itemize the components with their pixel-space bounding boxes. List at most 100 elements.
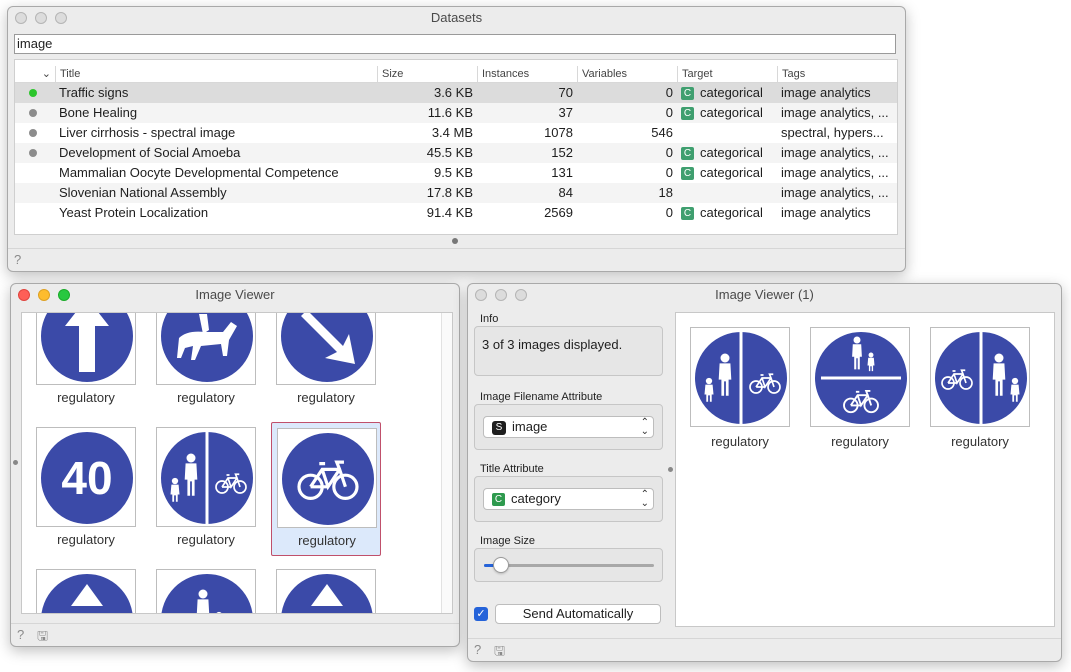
title-attribute-box: Ccategory ⌃ ⌄: [474, 476, 663, 522]
image-viewer-window: Image Viewer regulatory regulatory regulat…: [10, 283, 460, 647]
image-item[interactable]: regulatory: [271, 313, 381, 414]
image-size-slider-knob[interactable]: [493, 557, 509, 573]
variables-cell: 18: [658, 185, 673, 200]
splitter-handle[interactable]: [13, 460, 18, 465]
size-cell: 91.4 KB: [426, 205, 473, 220]
help-icon[interactable]: ?: [17, 627, 24, 642]
image-caption: regulatory: [57, 390, 115, 405]
target-label: categorical: [700, 205, 763, 220]
arrow-down-right-sign-icon: [277, 313, 375, 384]
column-header-title[interactable]: Title: [55, 66, 377, 82]
categorical-type-icon: C: [681, 87, 694, 100]
title-cell: Mammalian Oocyte Developmental Competenc…: [59, 165, 339, 180]
status-indicator-icon: [29, 109, 37, 117]
table-row[interactable]: Yeast Protein Localization 91.4 KB 2569 0 Cc…: [15, 203, 897, 223]
send-automatically-checkbox[interactable]: ✓: [474, 607, 488, 621]
table-row[interactable]: Development of Social Amoeba 45.5 KB 152 0 C…: [15, 143, 897, 163]
table-row[interactable]: Slovenian National Assembly 17.8 KB 84 18 im…: [15, 183, 897, 203]
size-cell: 3.6 KB: [433, 85, 473, 100]
arrow-up-sign-icon: [37, 313, 135, 384]
image-thumbnail: [156, 427, 256, 527]
target-cell: Ccategorical: [681, 83, 777, 103]
image-viewer-1-window: Image Viewer (1) Info 3 of 3 images disp…: [467, 283, 1062, 662]
status-bar: ? 🖫: [468, 638, 1061, 661]
image-grid: regulatory regulatory regulatory: [675, 312, 1055, 627]
filename-attribute-label: Image Filename Attribute: [480, 391, 603, 403]
image-thumbnail: [156, 313, 256, 385]
column-header-target[interactable]: Target: [677, 66, 777, 82]
target-cell: Ccategorical: [681, 163, 777, 183]
resize-handle-icon[interactable]: [452, 238, 458, 244]
image-grid: regulatory regulatory regulatory 40 regulato…: [21, 312, 453, 614]
image-item[interactable]: regulatory: [151, 313, 261, 414]
title-cell: Liver cirrhosis - spectral image: [59, 125, 236, 140]
image-thumbnail: [36, 313, 136, 385]
target-label: categorical: [700, 85, 763, 100]
image-item[interactable]: regulatory: [151, 422, 261, 556]
table-row[interactable]: Liver cirrhosis - spectral image 3.4 MB 10…: [15, 123, 897, 143]
instances-cell: 1078: [544, 125, 573, 140]
target-cell: Ccategorical: [681, 103, 777, 123]
window-title: Image Viewer (1): [715, 287, 814, 302]
save-icon[interactable]: 🖫: [37, 627, 48, 646]
vertical-scrollbar[interactable]: [441, 313, 452, 613]
image-item[interactable]: 40 regulatory: [31, 422, 141, 556]
tags-cell: image analytics, ...: [781, 185, 889, 200]
info-text: 3 of 3 images displayed.: [482, 337, 623, 352]
image-thumbnail: [156, 569, 256, 613]
updown-chevron-icon: ⌃ ⌄: [640, 417, 649, 437]
table-row[interactable]: Traffic signs 3.6 KB 70 0 Ccategorical image …: [15, 83, 897, 103]
title-attribute-label: Title Attribute: [480, 463, 544, 475]
image-thumbnail[interactable]: [690, 327, 790, 427]
column-header-size[interactable]: Size: [377, 66, 477, 82]
help-icon[interactable]: ?: [474, 642, 481, 657]
size-cell: 17.8 KB: [426, 185, 473, 200]
save-icon[interactable]: 🖫: [494, 642, 505, 661]
table-row[interactable]: Bone Healing 11.6 KB 37 0 Ccategorical image …: [15, 103, 897, 123]
help-icon[interactable]: ?: [14, 252, 21, 267]
column-header-variables[interactable]: Variables: [577, 66, 677, 82]
variables-cell: 0: [665, 165, 673, 180]
title-cell: Yeast Protein Localization: [59, 205, 209, 220]
bicycle-sign-icon: [278, 429, 376, 527]
sort-chevron-icon[interactable]: ⌄: [15, 66, 55, 82]
window-title: Image Viewer: [195, 287, 275, 302]
bicycle-pedestrian-split-sign-icon: [931, 328, 1029, 426]
send-automatically-button[interactable]: Send Automatically: [495, 604, 661, 624]
tags-cell: image analytics: [781, 85, 871, 100]
image-thumbnail: [36, 569, 136, 613]
image-item[interactable]: regulatory: [271, 422, 381, 556]
splitter-handle[interactable]: [668, 467, 673, 472]
image-thumbnail[interactable]: [930, 327, 1030, 427]
size-cell: 3.4 MB: [431, 125, 473, 140]
svg-text:40: 40: [61, 452, 112, 504]
tags-cell: image analytics, ...: [781, 145, 889, 160]
string-type-icon: S: [492, 421, 506, 435]
table-row[interactable]: Mammalian Oocyte Developmental Competenc…: [15, 163, 897, 183]
image-thumbnail[interactable]: [810, 327, 910, 427]
column-header-tags[interactable]: Tags: [777, 66, 897, 82]
image-item[interactable]: regulatory: [31, 313, 141, 414]
search-input[interactable]: image: [14, 34, 896, 54]
target-label: categorical: [700, 145, 763, 160]
categorical-type-icon: C: [681, 107, 694, 120]
target-cell: [681, 123, 777, 143]
datasets-table: ⌄ Title Size Instances Variables Target …: [14, 59, 898, 244]
image-item[interactable]: [151, 564, 261, 613]
image-caption: regulatory: [711, 434, 769, 449]
column-header-instances[interactable]: Instances: [477, 66, 577, 82]
image-item[interactable]: [31, 564, 141, 613]
filename-attribute-combo[interactable]: Simage ⌃ ⌄: [483, 416, 654, 438]
image-size-box: [474, 548, 663, 582]
target-cell: [681, 183, 777, 203]
image-item[interactable]: [271, 564, 381, 613]
instances-cell: 70: [558, 85, 573, 100]
categorical-type-icon: C: [681, 167, 694, 180]
image-size-track[interactable]: [484, 557, 654, 573]
partial-pedestrian-sign-icon: [157, 570, 255, 613]
size-cell: 9.5 KB: [433, 165, 473, 180]
instances-cell: 2569: [544, 205, 573, 220]
image-caption: regulatory: [57, 532, 115, 547]
title-cell: Bone Healing: [59, 105, 138, 120]
title-attribute-combo[interactable]: Ccategory ⌃ ⌄: [483, 488, 654, 510]
